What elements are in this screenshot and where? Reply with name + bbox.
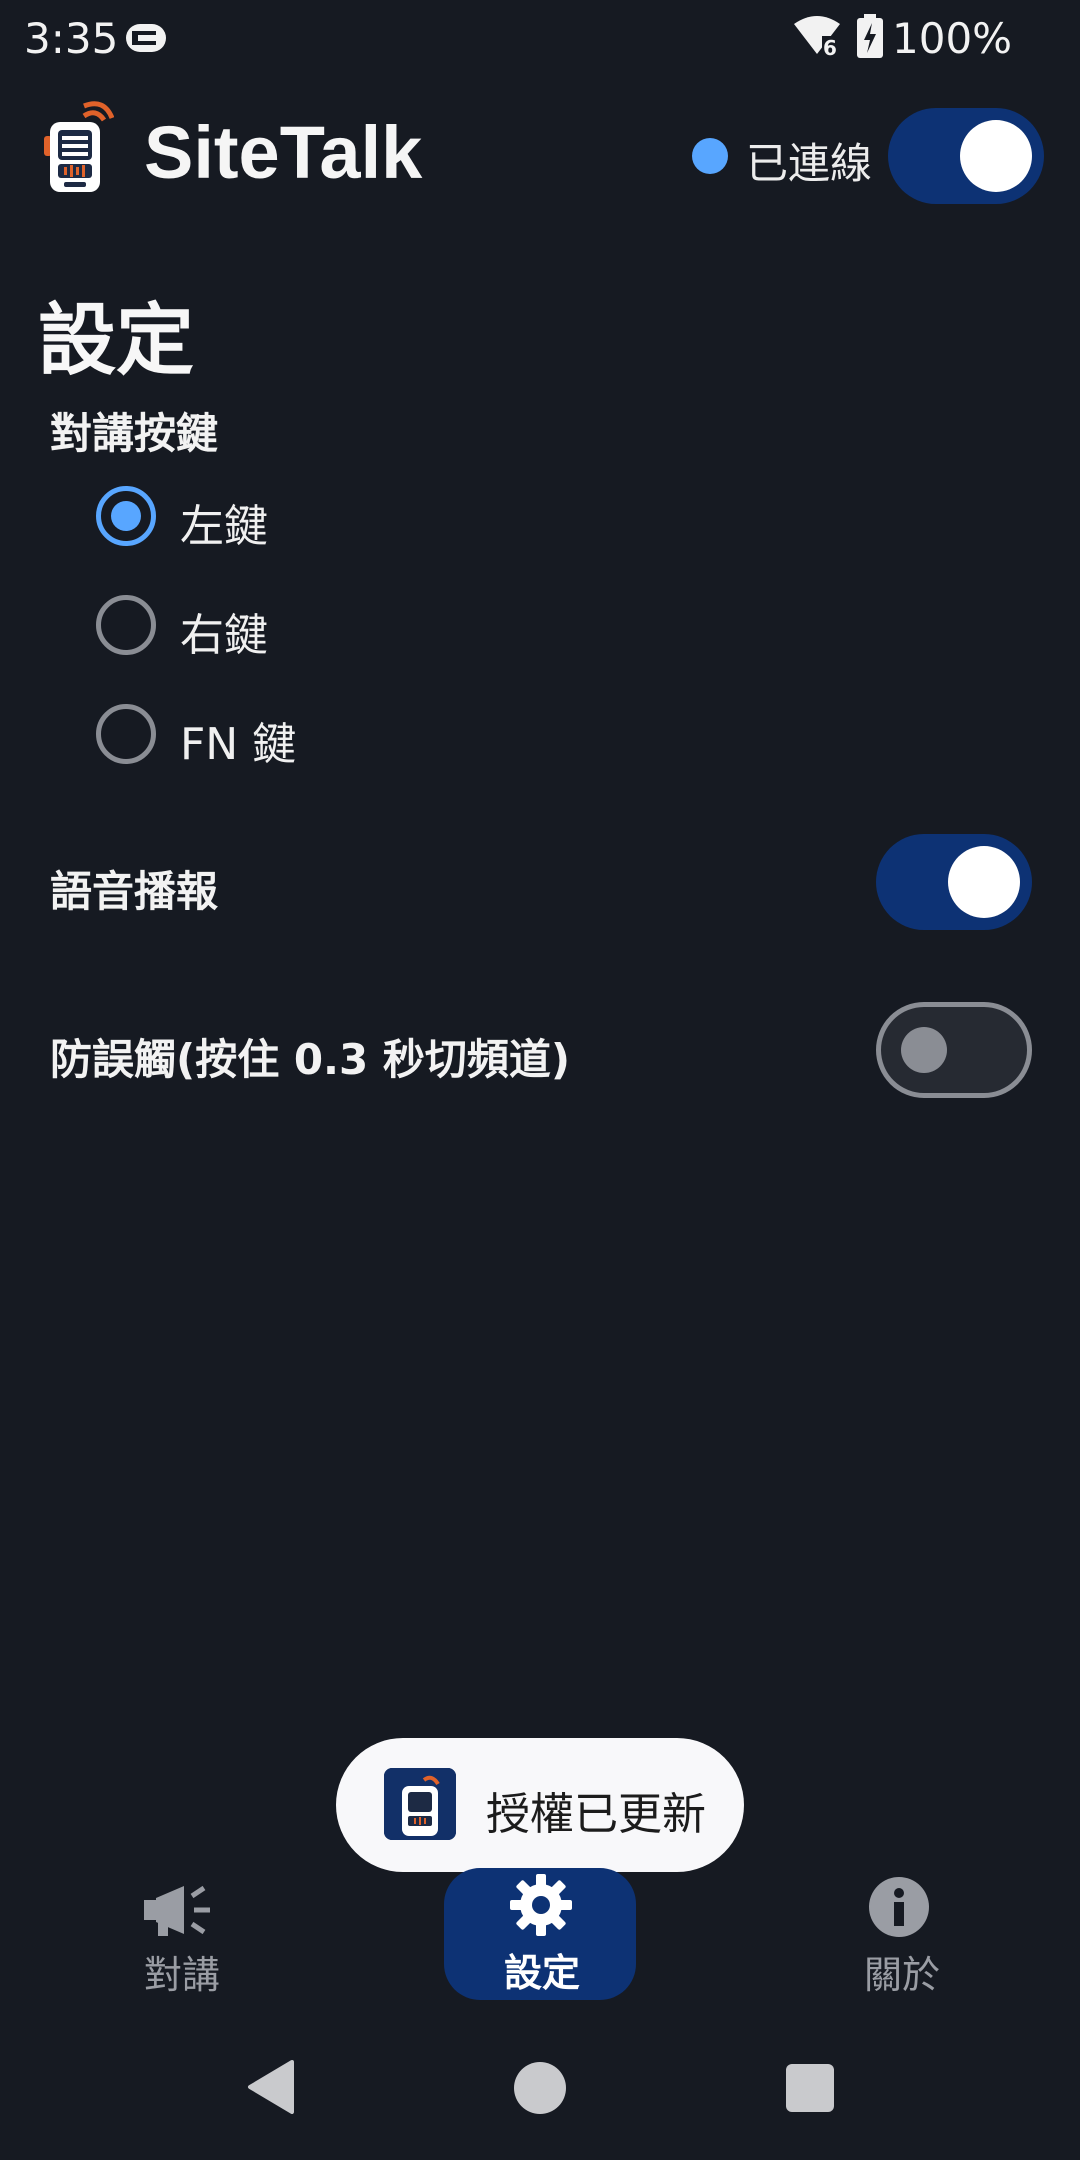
- radio-fn-key[interactable]: FN 鍵: [92, 694, 492, 774]
- radio-label: FN 鍵: [180, 719, 297, 770]
- nav-label: 對講: [144, 1953, 221, 1997]
- ptt-key-section-label: 對講按鍵: [50, 409, 219, 458]
- system-home-button[interactable]: [514, 2062, 566, 2114]
- anti-mistouch-switch[interactable]: [876, 1002, 1032, 1098]
- system-recents-button[interactable]: [786, 2064, 834, 2112]
- switch-knob: [901, 1027, 947, 1073]
- settings-screen: 3:35 6 100% SiteTalk 已連線 設定 對講按鍵 左鍵 右鍵 F…: [0, 0, 1080, 2160]
- system-back-button[interactable]: [246, 2060, 294, 2114]
- radio-left-key[interactable]: 左鍵: [92, 476, 492, 556]
- wifi-badge: 6: [823, 36, 837, 58]
- switch-knob: [948, 846, 1020, 918]
- page-title: 設定: [38, 296, 195, 386]
- battery-charging-icon: [857, 14, 883, 58]
- status-bar: 3:35 6 100%: [0, 0, 1080, 76]
- nav-item-talk[interactable]: 對講: [110, 1872, 250, 1998]
- toast-text: 授權已更新: [486, 1789, 706, 1840]
- gear-icon: [510, 1874, 572, 1936]
- battery-percent: 100%: [892, 14, 1013, 63]
- app-logo-icon: [384, 1768, 456, 1840]
- radio-right-key[interactable]: 右鍵: [92, 585, 492, 665]
- switch-knob: [960, 120, 1032, 192]
- toast-message: 授權已更新: [336, 1738, 744, 1872]
- app-logo-icon: [44, 101, 114, 192]
- wifi-icon: 6: [794, 16, 842, 58]
- radio-button-unchecked[interactable]: [96, 704, 156, 764]
- app-title: SiteTalk: [144, 111, 423, 194]
- nav-label: 關於: [864, 1953, 941, 1997]
- anti-mistouch-label: 防誤觸(按住 0.3 秒切頻道): [50, 1035, 571, 1084]
- connection-switch[interactable]: [888, 108, 1044, 204]
- radio-button-unchecked[interactable]: [96, 595, 156, 655]
- megaphone-icon: [144, 1885, 210, 1936]
- nav-label: 設定: [504, 1951, 581, 1995]
- nav-item-settings[interactable]: 設定: [444, 1868, 636, 2000]
- nav-item-about[interactable]: 關於: [830, 1872, 970, 1998]
- connection-status-label: 已連線: [746, 139, 873, 188]
- radio-button-checked[interactable]: [96, 486, 156, 546]
- notification-icon: [126, 24, 166, 52]
- status-time: 3:35: [24, 14, 119, 63]
- connection-status-dot: [692, 138, 728, 174]
- voice-announce-label: 語音播報: [50, 867, 219, 916]
- info-icon: [869, 1877, 929, 1937]
- radio-label: 右鍵: [180, 610, 268, 661]
- radio-label: 左鍵: [180, 501, 268, 552]
- voice-announce-switch[interactable]: [876, 834, 1032, 930]
